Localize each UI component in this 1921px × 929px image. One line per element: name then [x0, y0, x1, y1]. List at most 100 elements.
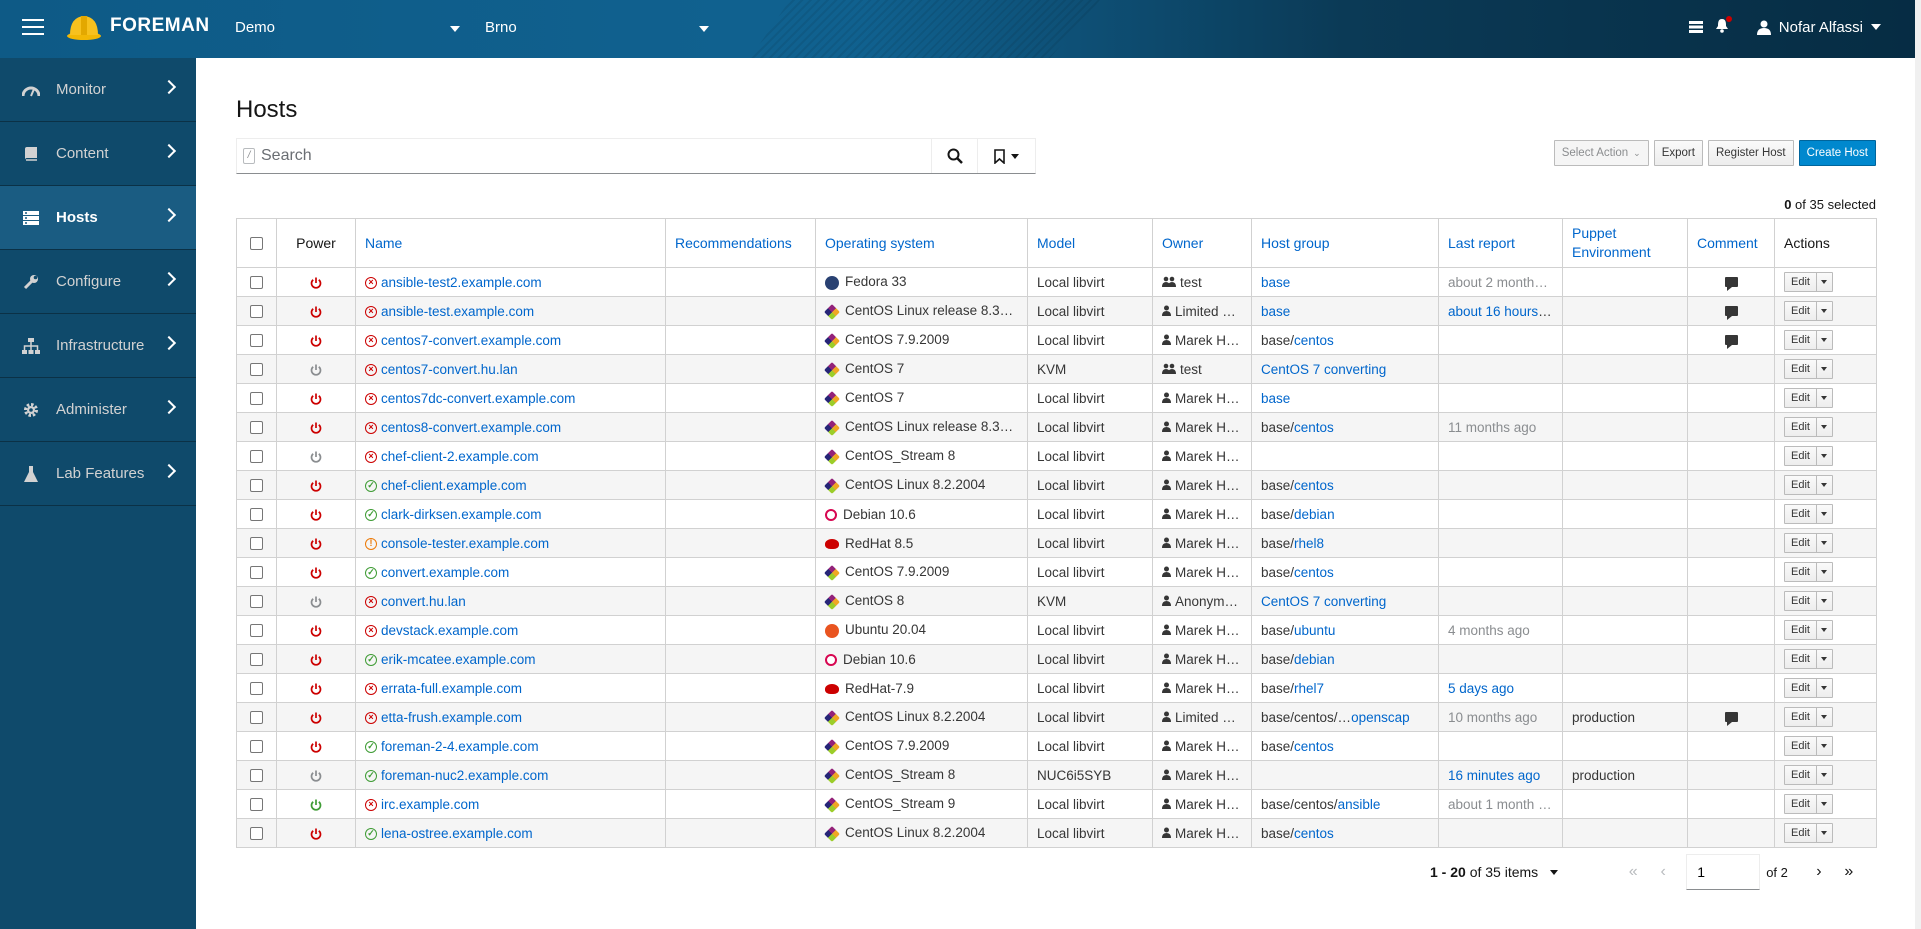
column-header-hostgroup[interactable]: Host group: [1251, 218, 1439, 268]
page-scrollbar[interactable]: [1915, 0, 1921, 929]
host-link[interactable]: centos7dc-convert.example.com: [381, 391, 575, 406]
edit-button[interactable]: Edit: [1785, 334, 1816, 346]
hostgroup-link[interactable]: centos: [1294, 565, 1334, 580]
actions-dropdown-toggle[interactable]: [1815, 447, 1832, 465]
register-host-button[interactable]: Register Host: [1707, 140, 1794, 166]
host-link[interactable]: chef-client-2.example.com: [381, 449, 539, 464]
edit-button[interactable]: Edit: [1785, 798, 1816, 810]
edit-button[interactable]: Edit: [1785, 740, 1816, 752]
previous-page-button[interactable]: ‹: [1648, 863, 1678, 881]
row-checkbox[interactable]: [250, 508, 263, 522]
edit-button[interactable]: Edit: [1785, 450, 1816, 462]
last-report-link[interactable]: 5 days ago: [1448, 681, 1514, 696]
hostgroup-link[interactable]: centos: [1294, 333, 1334, 348]
comment-icon[interactable]: [1724, 334, 1738, 349]
actions-dropdown-toggle[interactable]: [1815, 389, 1832, 407]
tasks-icon[interactable]: [1688, 21, 1703, 33]
edit-button[interactable]: Edit: [1785, 653, 1816, 665]
sidebar-item-infrastructure[interactable]: Infrastructure: [0, 314, 196, 378]
row-checkbox[interactable]: [250, 363, 263, 377]
row-checkbox[interactable]: [250, 653, 263, 667]
actions-dropdown-toggle[interactable]: [1815, 708, 1832, 726]
foreman-logo[interactable]: FOREMAN: [66, 11, 210, 41]
hostgroup-link[interactable]: rhel7: [1294, 681, 1324, 696]
host-link[interactable]: devstack.example.com: [381, 623, 518, 638]
edit-button[interactable]: Edit: [1785, 305, 1816, 317]
column-header-os[interactable]: Operating system: [815, 218, 1028, 268]
row-checkbox[interactable]: [250, 334, 263, 348]
actions-dropdown-toggle[interactable]: [1815, 621, 1832, 639]
sidebar-item-content[interactable]: Content: [0, 122, 196, 186]
edit-button[interactable]: Edit: [1785, 595, 1816, 607]
last-page-button[interactable]: »: [1834, 863, 1864, 881]
row-checkbox[interactable]: [250, 624, 263, 638]
edit-button[interactable]: Edit: [1785, 682, 1816, 694]
items-per-page-toggle[interactable]: 1 - 20 of 35 items: [1430, 864, 1559, 880]
host-link[interactable]: foreman-2-4.example.com: [381, 739, 539, 754]
column-header-name[interactable]: Name: [355, 218, 666, 268]
select-all-checkbox[interactable]: [250, 237, 263, 251]
row-checkbox[interactable]: [250, 798, 263, 812]
host-link[interactable]: ansible-test.example.com: [381, 304, 534, 319]
actions-dropdown-toggle[interactable]: [1815, 273, 1832, 291]
edit-button[interactable]: Edit: [1785, 276, 1816, 288]
create-host-button[interactable]: Create Host: [1798, 140, 1876, 166]
hostgroup-link[interactable]: centos: [1294, 420, 1334, 435]
edit-button[interactable]: Edit: [1785, 421, 1816, 433]
column-header-model[interactable]: Model: [1027, 218, 1153, 268]
actions-dropdown-toggle[interactable]: [1815, 505, 1832, 523]
last-report-link[interactable]: 16 minutes ago: [1448, 768, 1540, 783]
row-checkbox[interactable]: [250, 595, 263, 609]
host-link[interactable]: etta-frush.example.com: [381, 710, 522, 725]
hostgroup-link[interactable]: openscap: [1351, 710, 1410, 725]
notifications-button[interactable]: [1715, 16, 1732, 36]
host-link[interactable]: lena-ostree.example.com: [381, 826, 533, 841]
menu-icon[interactable]: [22, 19, 44, 37]
actions-dropdown-toggle[interactable]: [1815, 534, 1832, 552]
hostgroup-link[interactable]: base: [1261, 391, 1290, 406]
column-header-owner[interactable]: Owner: [1152, 218, 1252, 268]
hostgroup-link[interactable]: centos: [1294, 739, 1334, 754]
hostgroup-link[interactable]: debian: [1294, 652, 1335, 667]
row-checkbox[interactable]: [250, 769, 263, 783]
actions-dropdown-toggle[interactable]: [1815, 737, 1832, 755]
hostgroup-link[interactable]: debian: [1294, 507, 1335, 522]
actions-dropdown-toggle[interactable]: [1815, 563, 1832, 581]
hostgroup-link[interactable]: base: [1261, 275, 1290, 290]
search-input[interactable]: [261, 139, 931, 173]
sidebar-item-hosts[interactable]: Hosts: [0, 186, 196, 250]
host-link[interactable]: convert.hu.lan: [381, 594, 466, 609]
user-menu[interactable]: Nofar Alfassi: [1756, 19, 1881, 36]
edit-button[interactable]: Edit: [1785, 392, 1816, 404]
host-link[interactable]: foreman-nuc2.example.com: [381, 768, 548, 783]
sidebar-item-configure[interactable]: Configure: [0, 250, 196, 314]
row-checkbox[interactable]: [250, 682, 263, 696]
host-link[interactable]: ansible-test2.example.com: [381, 275, 542, 290]
row-checkbox[interactable]: [250, 479, 263, 493]
actions-dropdown-toggle[interactable]: [1815, 360, 1832, 378]
sidebar-item-administer[interactable]: Administer: [0, 378, 196, 442]
column-header-last-report[interactable]: Last report: [1438, 218, 1563, 268]
organization-dropdown[interactable]: Demo: [235, 19, 460, 36]
sidebar-item-lab-features[interactable]: Lab Features: [0, 442, 196, 506]
select-action-dropdown[interactable]: Select Action ⌄: [1553, 140, 1649, 166]
host-link[interactable]: chef-client.example.com: [381, 478, 527, 493]
host-link[interactable]: errata-full.example.com: [381, 681, 522, 696]
export-button[interactable]: Export: [1653, 140, 1703, 166]
row-checkbox[interactable]: [250, 305, 263, 319]
bookmarks-dropdown[interactable]: [977, 139, 1035, 173]
host-link[interactable]: centos7-convert.example.com: [381, 333, 561, 348]
hostgroup-link[interactable]: ubuntu: [1294, 623, 1335, 638]
host-link[interactable]: centos8-convert.example.com: [381, 420, 561, 435]
actions-dropdown-toggle[interactable]: [1815, 795, 1832, 813]
edit-button[interactable]: Edit: [1785, 827, 1816, 839]
edit-button[interactable]: Edit: [1785, 769, 1816, 781]
row-checkbox[interactable]: [250, 276, 263, 290]
host-link[interactable]: erik-mcatee.example.com: [381, 652, 536, 667]
actions-dropdown-toggle[interactable]: [1815, 592, 1832, 610]
hostgroup-link[interactable]: centos: [1294, 826, 1334, 841]
actions-dropdown-toggle[interactable]: [1815, 766, 1832, 784]
row-checkbox[interactable]: [250, 566, 263, 580]
column-header-puppet-env[interactable]: Puppet Environment: [1562, 218, 1688, 268]
next-page-button[interactable]: ›: [1804, 863, 1834, 881]
